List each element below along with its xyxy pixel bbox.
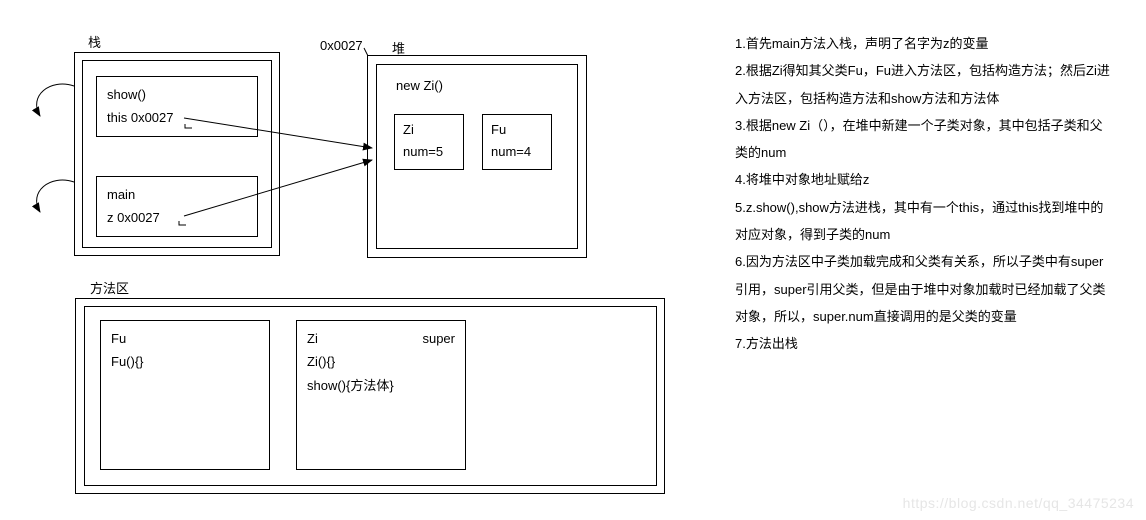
note-2: 2.根据Zi得知其父类Fu，Fu进入方法区，包括构造方法；然后Zi进入方法区，包… xyxy=(735,57,1115,112)
notes: 1.首先main方法入栈，声明了名字为z的变量 2.根据Zi得知其父类Fu，Fu… xyxy=(735,30,1115,358)
heap-zi-cell: Zi num=5 xyxy=(394,114,464,170)
ma-fu-line2: Fu(){} xyxy=(111,350,259,373)
method-area-fu: Fu Fu(){} xyxy=(100,320,270,470)
show-line2: this 0x0027 xyxy=(107,106,247,129)
method-area-label: 方法区 xyxy=(90,278,129,297)
show-line1: show() xyxy=(107,83,247,106)
heap-new-label: new Zi() xyxy=(396,78,443,93)
heap-fu-cell: Fu num=4 xyxy=(482,114,552,170)
heap-zi-name: Zi xyxy=(403,119,455,141)
heap-fu-name: Fu xyxy=(491,119,543,141)
main-line2: z 0x0027 xyxy=(107,206,247,229)
stack-label: 栈 xyxy=(88,32,101,51)
heap-fu-num: num=4 xyxy=(491,141,543,163)
method-area-zi: super Zi Zi(){} show(){方法体} xyxy=(296,320,466,470)
note-4: 4.将堆中对象地址赋给z xyxy=(735,166,1115,193)
note-7: 7.方法出栈 xyxy=(735,330,1115,357)
ma-zi-line3: show(){方法体} xyxy=(307,374,455,397)
heap-address: 0x0027 xyxy=(320,38,363,53)
ma-zi-line2: Zi(){} xyxy=(307,350,455,373)
stack-frame-show: show() this 0x0027 xyxy=(96,76,258,137)
note-5: 5.z.show(),show方法进栈，其中有一个this，通过this找到堆中… xyxy=(735,194,1115,249)
note-1: 1.首先main方法入栈，声明了名字为z的变量 xyxy=(735,30,1115,57)
note-3: 3.根据new Zi（），在堆中新建一个子类对象，其中包括子类和父类的num xyxy=(735,112,1115,167)
ma-zi-super: super xyxy=(422,327,455,350)
ma-fu-line1: Fu xyxy=(111,327,259,350)
stack-frame-main: main z 0x0027 xyxy=(96,176,258,237)
watermark: https://blog.csdn.net/qq_34475234 xyxy=(903,495,1134,511)
note-6: 6.因为方法区中子类加载完成和父类有关系，所以子类中有super引用，super… xyxy=(735,248,1115,330)
heap-zi-num: num=5 xyxy=(403,141,455,163)
main-line1: main xyxy=(107,183,247,206)
